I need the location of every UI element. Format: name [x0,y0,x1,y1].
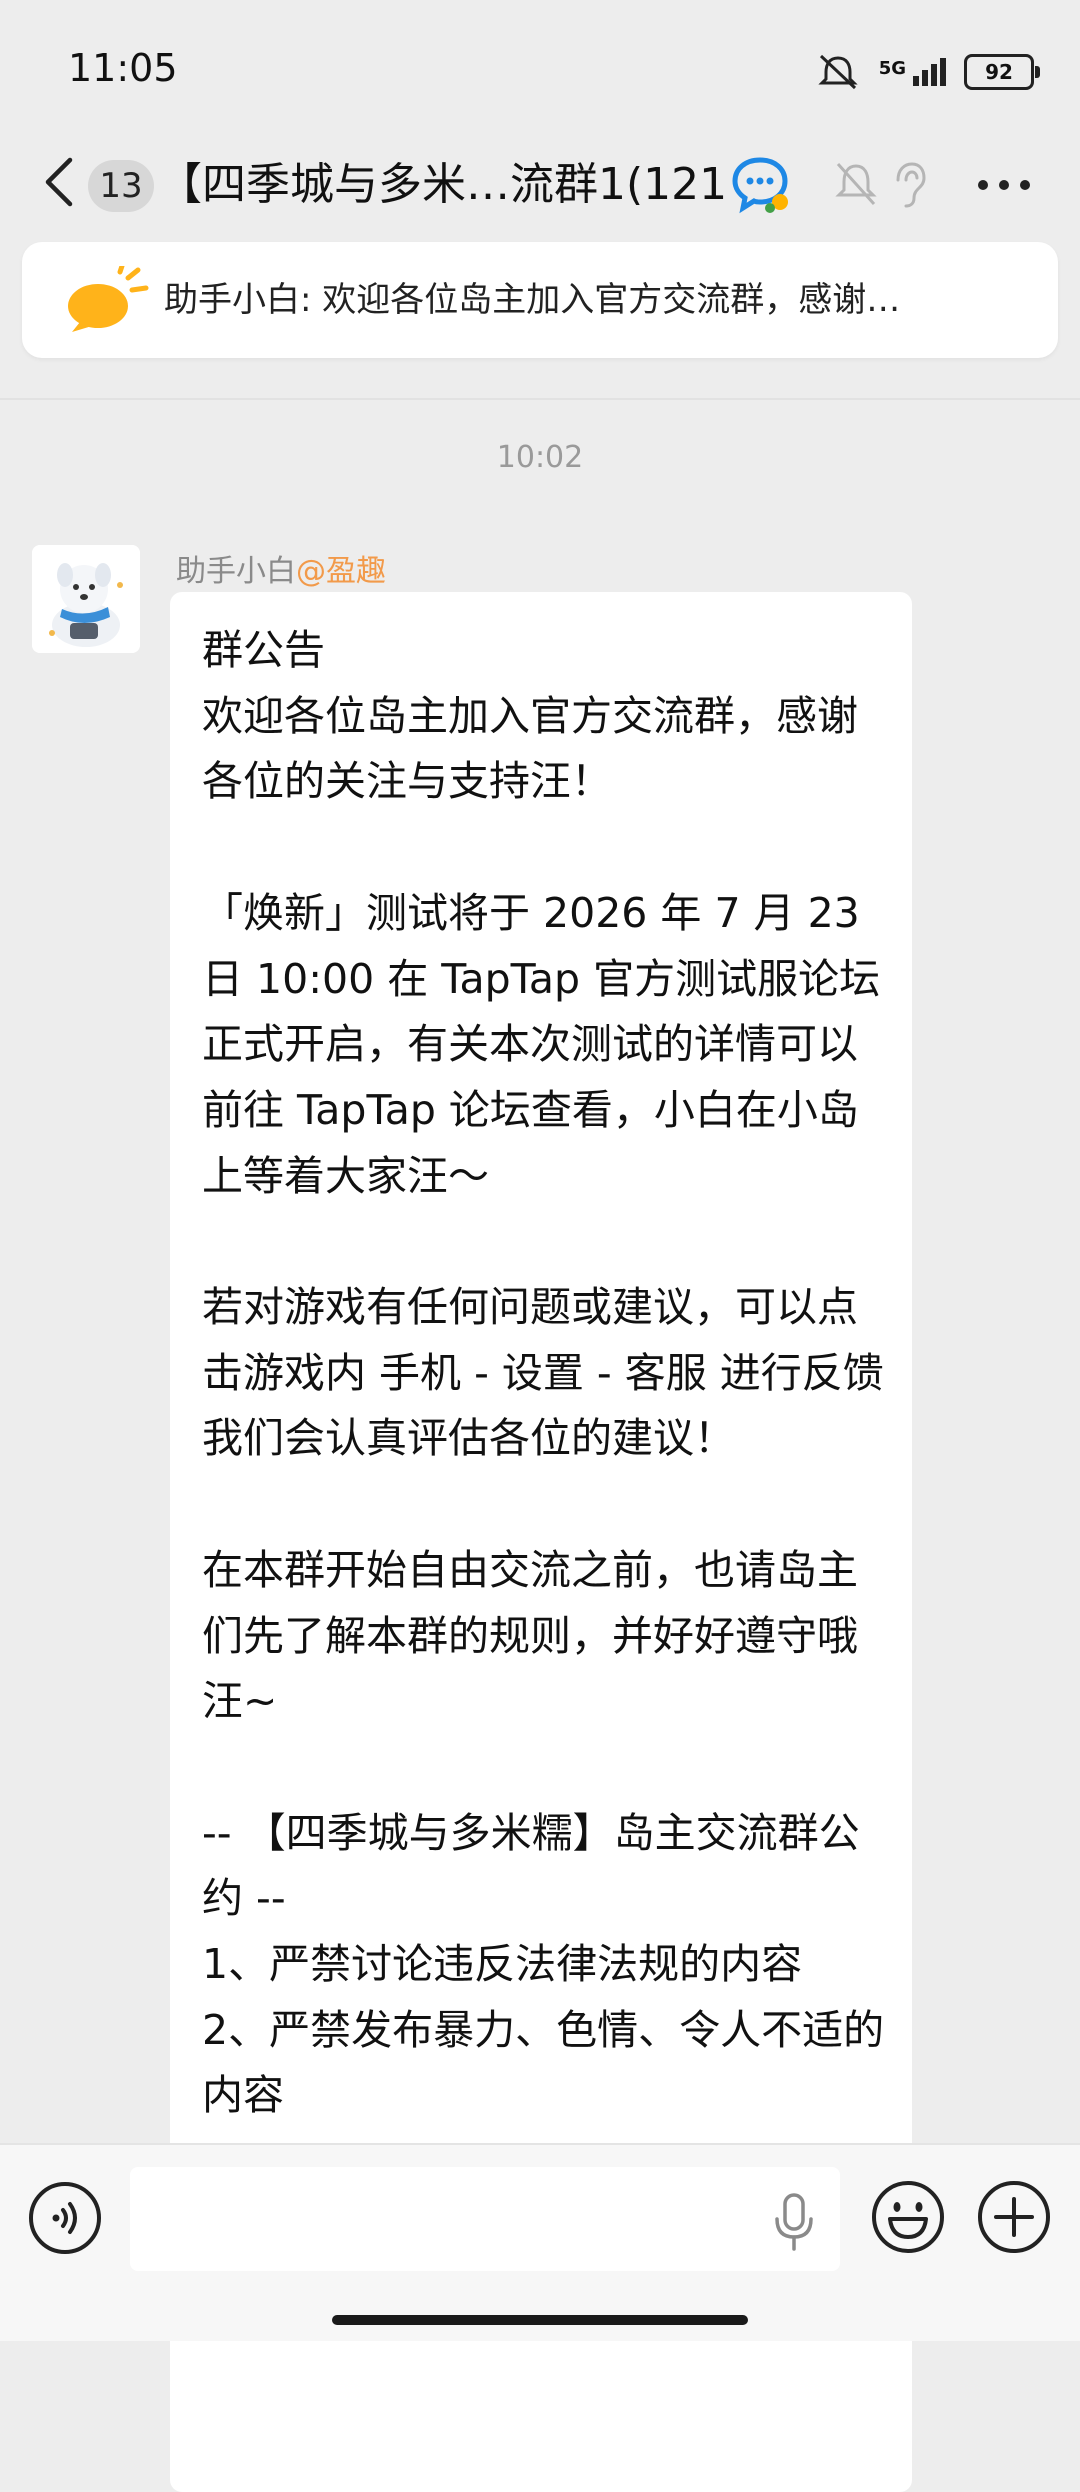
group-type-icon[interactable] [730,154,792,216]
avatar[interactable] [32,545,140,653]
message-text: 群公告 欢迎各位岛主加入官方交流群，感谢各位的关注与支持汪！ 「焕新」测试将于 … [202,626,885,2120]
mic-icon[interactable] [772,2191,816,2253]
plus-icon[interactable] [976,2179,1052,2255]
status-icons: 5G 92 [815,50,1040,94]
ear-icon[interactable] [888,158,928,210]
chat-header: 13 【四季城与多米…流群1(121) [0,130,1080,240]
emoji-icon[interactable] [870,2179,946,2255]
voice-icon[interactable] [28,2181,102,2255]
message-timestamp: 10:02 [496,440,584,475]
network-indicator: 5G [879,58,946,86]
more-icon[interactable] [976,178,1032,192]
network-label: 5G [878,58,906,79]
status-bar: 11:05 5G 92 [0,0,1080,130]
battery-icon: 92 [964,54,1040,90]
pinned-text: 助手小白: 欢迎各位岛主加入官方交流群，感谢… [164,280,901,320]
unread-count-badge[interactable]: 13 [88,160,154,212]
sender-name[interactable]: 助手小白 [176,554,296,589]
input-bar [0,2143,1080,2341]
chat-title[interactable]: 【四季城与多米…流群1(121) [158,152,728,218]
message-input[interactable] [130,2167,840,2271]
sender-tag[interactable]: @盈趣 [296,554,386,589]
dog-mascot-avatar-icon [32,545,140,653]
mute-icon[interactable] [834,158,878,210]
sender-line: 助手小白@盈趣 [176,546,386,590]
announcement-bubble-icon [68,266,149,332]
mute-bell-status-icon [818,54,858,90]
home-indicator[interactable] [332,2315,748,2325]
back-icon[interactable] [40,152,80,212]
status-time: 11:05 [68,46,178,90]
divider [0,398,1080,400]
pinned-announcement[interactable]: 助手小白: 欢迎各位岛主加入官方交流群，感谢… [22,242,1058,358]
